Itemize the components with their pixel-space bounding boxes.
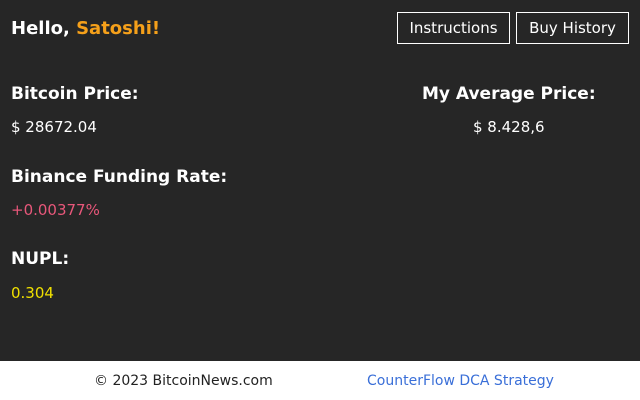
user-name: Satoshi! bbox=[76, 18, 161, 39]
greeting-prefix: Hello, bbox=[11, 18, 77, 39]
copyright-text: © 2023 BitcoinNews.com bbox=[94, 373, 273, 389]
average-price-value: $ 8.428,6 bbox=[473, 118, 545, 136]
funding-rate-value: +0.00377% bbox=[11, 201, 100, 219]
funding-rate-label: Binance Funding Rate: bbox=[11, 167, 228, 187]
nupl-value: 0.304 bbox=[11, 284, 54, 302]
bitcoin-price-value: $ 28672.04 bbox=[11, 118, 97, 136]
greeting: Hello, Satoshi! bbox=[11, 18, 160, 39]
footer: © 2023 BitcoinNews.com CounterFlow DCA S… bbox=[0, 361, 640, 400]
average-price-label: My Average Price: bbox=[422, 84, 596, 104]
bitcoin-price-label: Bitcoin Price: bbox=[11, 84, 139, 104]
buy-history-button[interactable]: Buy History bbox=[516, 12, 629, 44]
nupl-label: NUPL: bbox=[11, 249, 70, 269]
instructions-button[interactable]: Instructions bbox=[397, 12, 510, 44]
dashboard-panel: Hello, Satoshi! Instructions Buy History… bbox=[0, 0, 640, 361]
strategy-link[interactable]: CounterFlow DCA Strategy bbox=[367, 373, 554, 389]
